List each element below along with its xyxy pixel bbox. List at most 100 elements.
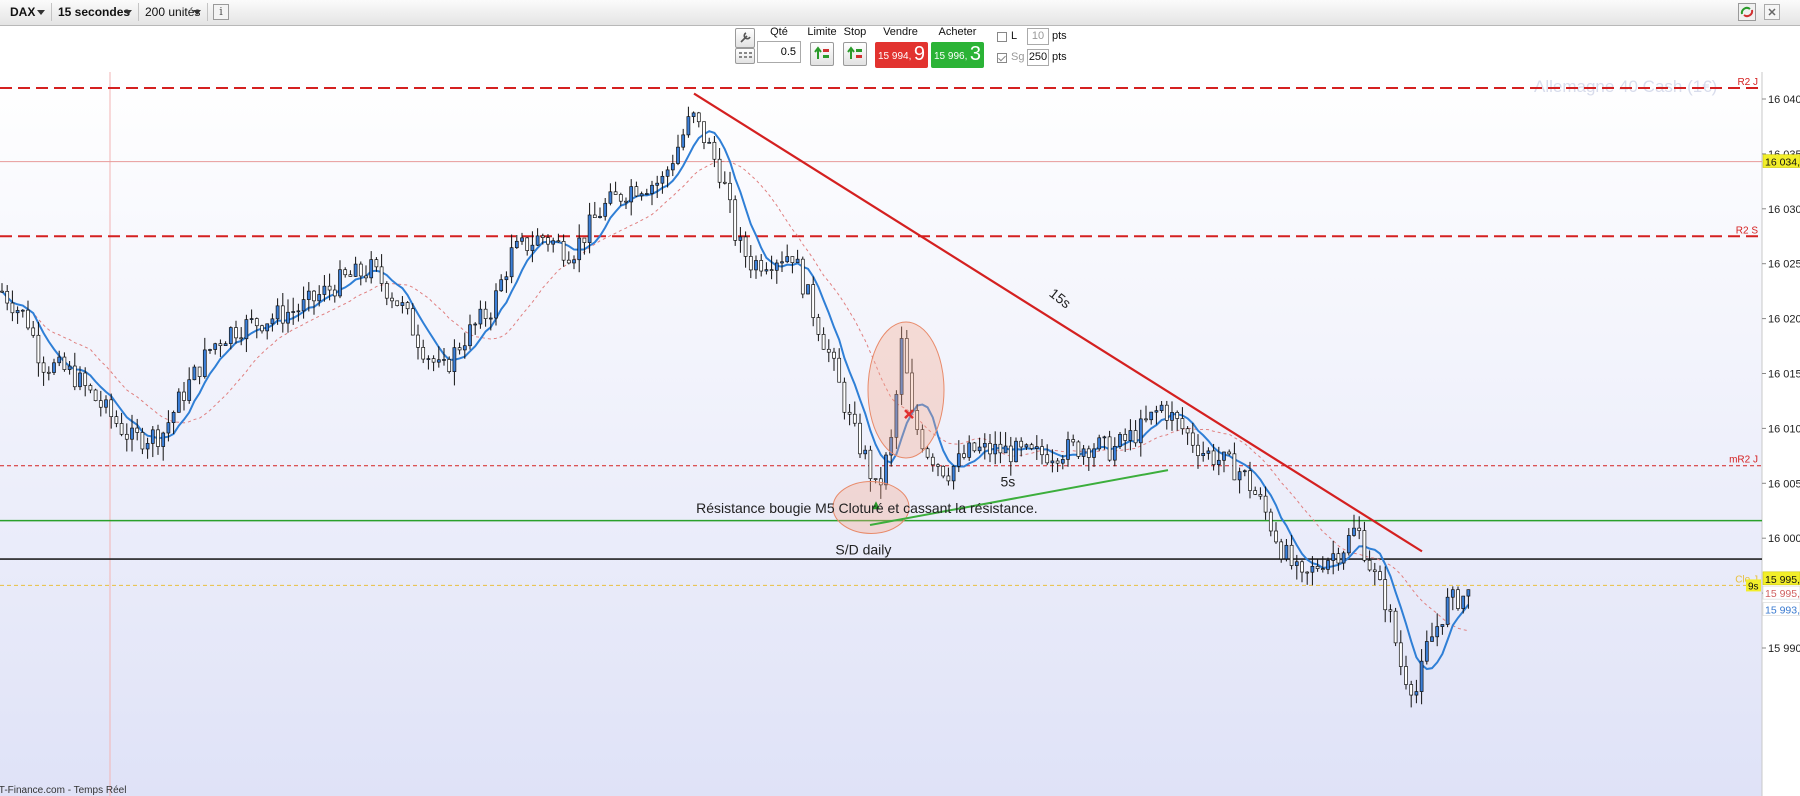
tick-label-3: 16 025	[1768, 259, 1800, 271]
l-points-input[interactable]: 10	[1027, 28, 1049, 45]
candle-body	[176, 391, 181, 413]
data-source-footer: IT-Finance.com - Temps Réel	[0, 785, 126, 796]
candle-body	[384, 283, 389, 299]
candle-body	[754, 260, 758, 271]
candle-body	[780, 261, 784, 264]
countdown-label: 9s	[1748, 581, 1759, 592]
candle-body	[83, 372, 88, 386]
candle-body	[41, 362, 46, 373]
candle-body	[1352, 527, 1356, 536]
candle-body	[1040, 446, 1044, 456]
candle-body	[374, 259, 379, 268]
info-icon[interactable]: i	[213, 4, 229, 20]
candle-body	[613, 191, 618, 195]
candle-body	[816, 317, 821, 335]
candle-body	[1388, 609, 1393, 612]
candle-body	[1346, 535, 1351, 554]
candle-body	[436, 359, 441, 363]
candle-body	[717, 158, 722, 183]
candle-body	[1320, 568, 1325, 570]
candle-body	[280, 305, 285, 324]
candle-body	[1216, 459, 1221, 465]
candle-body	[1248, 470, 1252, 491]
candle-body	[1133, 430, 1138, 444]
candle-body	[1060, 459, 1065, 464]
candle-body	[213, 343, 218, 350]
candle-body	[431, 358, 436, 363]
candle-body	[681, 134, 686, 148]
limit-order-button[interactable]	[810, 42, 834, 66]
candle-body	[57, 356, 62, 364]
candle-body	[499, 279, 504, 292]
candle-body	[962, 453, 966, 458]
candle-body	[1029, 444, 1034, 449]
price-tag-0: 16 034,	[1765, 157, 1800, 169]
timeframe-dropdown[interactable]: 15 secondes	[54, 3, 139, 21]
candle-body	[46, 371, 51, 374]
qty-input[interactable]: 0.5	[757, 41, 801, 63]
candle-body	[130, 427, 134, 440]
candle-body	[1378, 571, 1382, 580]
candle-body	[821, 334, 826, 350]
candle-body	[1159, 404, 1164, 412]
candle-body	[873, 478, 878, 480]
candle-body	[20, 309, 25, 312]
candle-body	[1081, 448, 1086, 457]
limit-checkbox[interactable]	[997, 32, 1007, 42]
candle-body	[124, 433, 129, 440]
candle-body	[468, 324, 472, 347]
candle-body	[218, 343, 223, 346]
candle-body	[1232, 453, 1237, 481]
candle-body	[582, 237, 587, 243]
candle-body	[1196, 444, 1200, 457]
keypad-icon[interactable]	[735, 48, 755, 64]
stop-guarantee-checkbox[interactable]	[997, 53, 1007, 63]
candle-body	[520, 237, 524, 242]
candle-body	[785, 256, 790, 263]
sg-points-input[interactable]: 250	[1027, 49, 1049, 66]
candle-body	[566, 259, 571, 264]
candle-body	[863, 449, 868, 455]
candle-body	[208, 349, 212, 351]
level-label-0: R2 J	[1737, 77, 1758, 88]
candle-body	[353, 263, 358, 277]
sell-button[interactable]: 15 994, 9	[875, 42, 928, 68]
candle-body	[1274, 530, 1278, 543]
stop-order-button[interactable]	[843, 42, 867, 66]
candle-body	[1372, 569, 1377, 572]
candle-body	[644, 193, 649, 195]
candle-body	[1466, 589, 1471, 597]
candle-body	[941, 465, 946, 477]
candle-body	[447, 359, 452, 372]
candle-body	[1300, 561, 1304, 573]
candle-body	[223, 343, 228, 346]
candle-body	[603, 202, 608, 217]
candle-body	[1227, 451, 1232, 455]
price-chart[interactable]: Allemagne 40 Cash (1€) R2 JR2 SmR2 JClo …	[0, 72, 1800, 796]
candle-body	[577, 237, 582, 261]
candle-body	[1445, 596, 1450, 625]
candle-body	[1154, 410, 1159, 413]
candle-body	[806, 284, 810, 295]
candle-body	[265, 323, 270, 332]
candle-body	[1170, 412, 1174, 421]
candle-body	[1086, 448, 1091, 458]
limit-label: Limite	[807, 26, 837, 38]
buy-button[interactable]: 15 996, 3	[931, 42, 984, 68]
candle-body	[1310, 566, 1315, 573]
candle-body	[26, 309, 30, 329]
wrench-icon[interactable]	[735, 28, 755, 48]
candle-body	[561, 241, 566, 261]
instrument-dropdown[interactable]: DAX	[6, 3, 52, 21]
candle-body	[5, 291, 10, 304]
candle-body	[1003, 445, 1008, 454]
candle-body	[442, 359, 446, 361]
candle-body	[967, 442, 972, 458]
candle-body	[1045, 454, 1050, 464]
close-icon[interactable]	[1764, 4, 1780, 20]
candle-body	[338, 269, 342, 297]
candle-body	[1144, 418, 1148, 421]
units-dropdown[interactable]: 200 unités	[141, 3, 208, 21]
network-icon[interactable]	[1740, 5, 1754, 19]
pts-label-1: pts	[1052, 30, 1067, 42]
